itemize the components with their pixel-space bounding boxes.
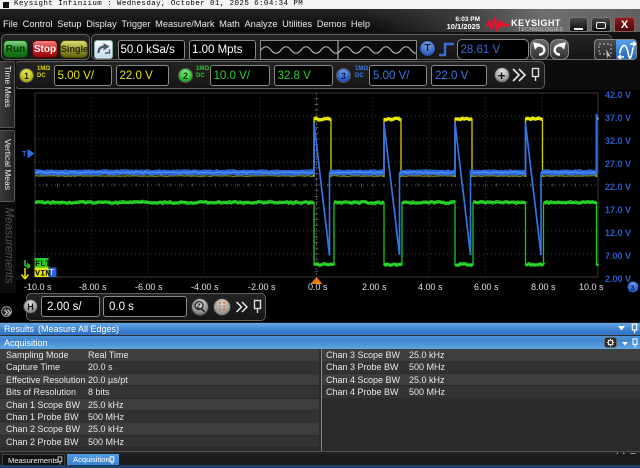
svg-text:FLT: FLT (35, 259, 50, 269)
svg-text:Z: Z (197, 304, 202, 311)
svg-text:T: T (22, 149, 27, 158)
svg-text:VIN: VIN (35, 269, 50, 279)
